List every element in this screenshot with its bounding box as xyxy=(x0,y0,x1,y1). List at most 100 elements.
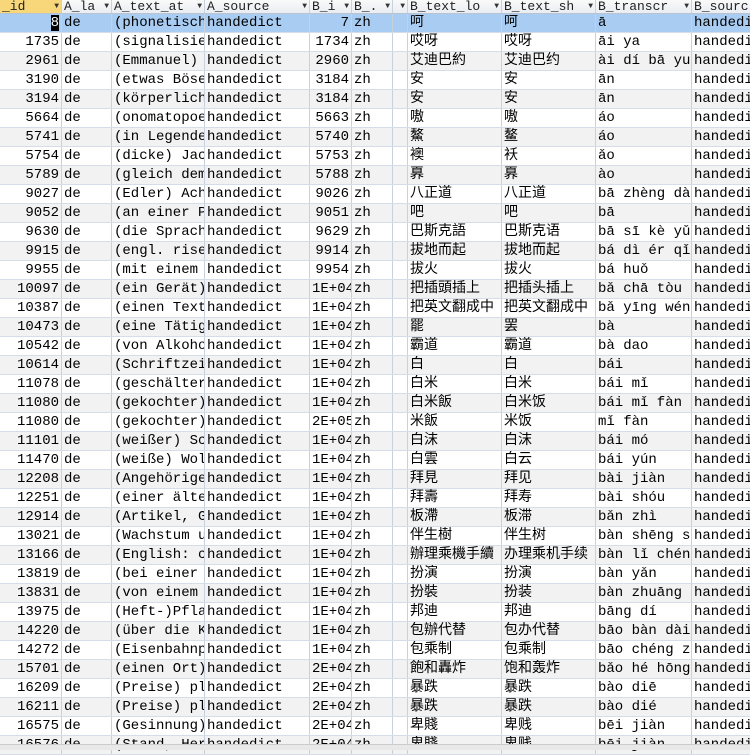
cell-b-lang[interactable]: zh xyxy=(352,584,393,602)
cell-a-source[interactable]: handedict xyxy=(205,261,310,279)
cell-b-text-short[interactable]: 奡 xyxy=(502,166,596,184)
cell-b-extra[interactable] xyxy=(393,261,408,279)
cell-b-text-long[interactable]: 白沫 xyxy=(408,432,502,450)
cell-b-text-long[interactable]: 暴跌 xyxy=(408,698,502,716)
cell-b-transcription[interactable]: bài jiàn xyxy=(596,470,692,488)
cell-b-id[interactable]: 2E+04 xyxy=(310,679,352,697)
cell-b-text-short[interactable]: 白米饭 xyxy=(502,394,596,412)
cell-a-lang[interactable]: de xyxy=(62,375,112,393)
cell-a-text[interactable]: (gleich dem xyxy=(112,166,205,184)
cell-a-source[interactable]: handedict xyxy=(205,337,310,355)
cell-b-lang[interactable]: zh xyxy=(352,223,393,241)
cell-b-text-short[interactable]: 拔地而起 xyxy=(502,242,596,260)
cell-a-source[interactable]: handedict xyxy=(205,660,310,678)
cell-a-lang[interactable]: de xyxy=(62,166,112,184)
cell-a-text[interactable]: (etwas Böse xyxy=(112,71,205,89)
cell-b-id[interactable]: 9954 xyxy=(310,261,352,279)
cell-b-text-short[interactable]: 暴跌 xyxy=(502,679,596,697)
cell-b-lang[interactable]: zh xyxy=(352,660,393,678)
cell-a-source[interactable]: handedict xyxy=(205,185,310,203)
cell-a-lang[interactable]: de xyxy=(62,584,112,602)
cell-b-lang[interactable]: zh xyxy=(352,204,393,222)
filter-dropdown-icon[interactable]: ▼ xyxy=(104,0,109,13)
cell-id[interactable]: 12251 xyxy=(0,489,62,507)
cell-a-source[interactable]: handedict xyxy=(205,147,310,165)
table-row[interactable]: 11080 de (gekochter) handedict 2E+05 zh 米飯 米饭 mǐ… xyxy=(0,413,750,432)
cell-a-text[interactable]: (Artikel, G xyxy=(112,508,205,526)
cell-b-id[interactable]: 1E+04 xyxy=(310,603,352,621)
cell-b-source[interactable]: handedi xyxy=(692,584,750,602)
cell-a-lang[interactable]: de xyxy=(62,546,112,564)
column-header-id[interactable]: _id ▼ xyxy=(0,0,62,13)
cell-b-text-short[interactable]: 扮演 xyxy=(502,565,596,583)
cell-b-lang[interactable]: zh xyxy=(352,413,393,431)
cell-id[interactable]: 10614 xyxy=(0,356,62,374)
cell-b-lang[interactable]: zh xyxy=(352,375,393,393)
cell-b-lang[interactable]: zh xyxy=(352,527,393,545)
cell-b-text-short[interactable]: 白沫 xyxy=(502,432,596,450)
cell-b-text-long[interactable]: 辦理乘機手續 xyxy=(408,546,502,564)
cell-a-text[interactable]: (in Legende xyxy=(112,128,205,146)
table-row[interactable]: 13166 de (English: c handedict 1E+04 zh 辦理乘機手續… xyxy=(0,546,750,565)
cell-b-id[interactable]: 5788 xyxy=(310,166,352,184)
filter-dropdown-icon[interactable]: ▼ xyxy=(197,0,202,13)
cell-a-text[interactable]: (Heft-)Pfla xyxy=(112,603,205,621)
cell-a-lang[interactable]: de xyxy=(62,223,112,241)
cell-b-source[interactable]: handedi xyxy=(692,413,750,431)
cell-id[interactable]: 9915 xyxy=(0,242,62,260)
table-row[interactable]: 5789 de (gleich dem handedict 5788 zh 奡 奡 ào hand… xyxy=(0,166,750,185)
cell-b-transcription[interactable]: bài shóu xyxy=(596,489,692,507)
cell-a-source[interactable]: handedict xyxy=(205,204,310,222)
filter-dropdown-icon[interactable]: ▼ xyxy=(684,0,689,13)
cell-b-text-long[interactable]: 拜見 xyxy=(408,470,502,488)
cell-a-source[interactable]: handedict xyxy=(205,128,310,146)
cell-b-text-short[interactable]: 板滞 xyxy=(502,508,596,526)
cell-a-text[interactable]: (phonetisch xyxy=(112,14,205,32)
cell-a-lang[interactable]: de xyxy=(62,147,112,165)
cell-a-source[interactable]: handedict xyxy=(205,470,310,488)
column-header-b-text-long[interactable]: B_text_lo ▼ xyxy=(408,0,502,13)
cell-a-source[interactable]: handedict xyxy=(205,280,310,298)
cell-b-lang[interactable]: zh xyxy=(352,451,393,469)
cell-b-source[interactable]: handedi xyxy=(692,717,750,735)
filter-dropdown-icon[interactable]: ▼ xyxy=(494,0,499,13)
cell-a-lang[interactable]: de xyxy=(62,470,112,488)
cell-b-id[interactable]: 1E+04 xyxy=(310,299,352,317)
cell-id[interactable]: 12914 xyxy=(0,508,62,526)
cell-id[interactable]: 3190 xyxy=(0,71,62,89)
cell-b-text-long[interactable]: 拜壽 xyxy=(408,489,502,507)
cell-b-text-short[interactable]: 把英文翻成中 xyxy=(502,299,596,317)
cell-a-lang[interactable]: de xyxy=(62,679,112,697)
cell-b-transcription[interactable]: bǎ chā tòu xyxy=(596,280,692,298)
cell-b-source[interactable]: handedi xyxy=(692,90,750,108)
cell-b-transcription[interactable]: bā zhèng dà xyxy=(596,185,692,203)
cell-a-text[interactable]: (einen Ort) xyxy=(112,660,205,678)
table-row[interactable]: 10542 de (von Alkoho handedict 1E+04 zh 霸道 霸道 bà… xyxy=(0,337,750,356)
cell-b-text-long[interactable]: 白米飯 xyxy=(408,394,502,412)
cell-b-source[interactable]: handedi xyxy=(692,356,750,374)
cell-b-text-long[interactable]: 白雲 xyxy=(408,451,502,469)
cell-b-text-short[interactable]: 扮装 xyxy=(502,584,596,602)
cell-b-source[interactable]: handedi xyxy=(692,261,750,279)
cell-id[interactable]: 10097 xyxy=(0,280,62,298)
cell-b-text-long[interactable]: 艾迪巴約 xyxy=(408,52,502,70)
cell-id[interactable]: 14220 xyxy=(0,622,62,640)
cell-a-text[interactable]: (Angehörige xyxy=(112,470,205,488)
cell-b-source[interactable]: handedi xyxy=(692,489,750,507)
cell-b-transcription[interactable]: bā xyxy=(596,204,692,222)
cell-a-lang[interactable]: de xyxy=(62,185,112,203)
cell-b-transcription[interactable]: bàn zhuāng xyxy=(596,584,692,602)
cell-b-transcription[interactable]: bǎ yīng wén xyxy=(596,299,692,317)
cell-b-text-long[interactable]: 拔火 xyxy=(408,261,502,279)
cell-a-source[interactable]: handedict xyxy=(205,71,310,89)
cell-b-source[interactable]: handedi xyxy=(692,546,750,564)
cell-a-text[interactable]: (von einem xyxy=(112,584,205,602)
cell-b-transcription[interactable]: bāng dí xyxy=(596,603,692,621)
cell-a-lang[interactable]: de xyxy=(62,52,112,70)
table-row[interactable]: 9915 de (engl. rise handedict 9914 zh 拔地而起 拔地而起… xyxy=(0,242,750,261)
cell-b-extra[interactable] xyxy=(393,147,408,165)
cell-b-text-long[interactable]: 嗷 xyxy=(408,109,502,127)
cell-b-extra[interactable] xyxy=(393,622,408,640)
cell-id[interactable]: 11470 xyxy=(0,451,62,469)
cell-b-transcription[interactable]: áo xyxy=(596,128,692,146)
